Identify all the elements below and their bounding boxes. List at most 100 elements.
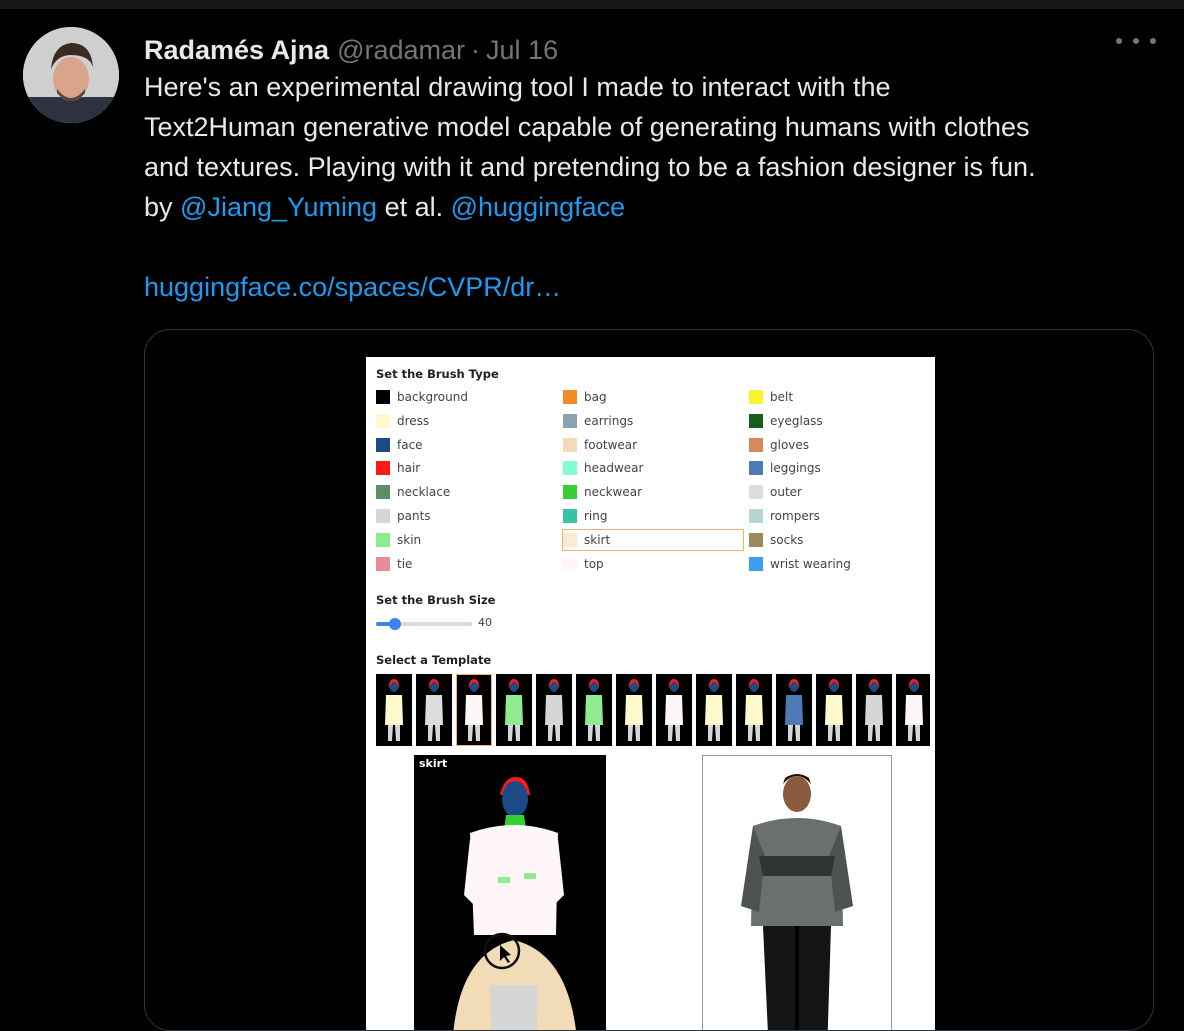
brush-type-title: Set the Brush Type bbox=[376, 367, 499, 381]
template-thumbnail[interactable] bbox=[776, 674, 812, 746]
brush-option-top[interactable]: top bbox=[563, 554, 604, 574]
top-bar bbox=[0, 0, 1184, 9]
brush-swatch bbox=[749, 509, 763, 523]
template-thumbnail[interactable] bbox=[856, 674, 892, 746]
brush-option-tie[interactable]: tie bbox=[376, 554, 412, 574]
brush-label: skirt bbox=[584, 532, 611, 547]
brush-option-gloves[interactable]: gloves bbox=[749, 435, 809, 455]
template-thumbnail[interactable] bbox=[896, 674, 930, 746]
brush-swatch bbox=[376, 556, 390, 571]
template-thumbnail[interactable] bbox=[456, 674, 492, 746]
tweet-line: by @Jiang_Yuming et al. @huggingface bbox=[144, 187, 1154, 227]
template-thumbnail[interactable] bbox=[616, 674, 652, 746]
template-thumbnail[interactable] bbox=[376, 674, 412, 746]
brush-option-bag[interactable]: bag bbox=[563, 387, 607, 407]
media-card[interactable]: Set the Brush Type background bag belt dres… bbox=[144, 329, 1154, 1031]
tweet-line: and textures. Playing with it and preten… bbox=[144, 152, 1036, 182]
brush-option-belt[interactable]: belt bbox=[749, 387, 793, 407]
brush-label: bag bbox=[584, 390, 607, 404]
template-thumbnail[interactable] bbox=[656, 674, 692, 746]
brush-swatch bbox=[376, 437, 390, 452]
brush-label: outer bbox=[770, 485, 802, 500]
brush-size-title: Set the Brush Size bbox=[376, 593, 496, 607]
brush-swatch bbox=[563, 437, 577, 452]
brush-option-skin[interactable]: skin bbox=[376, 530, 421, 550]
brush-option-outer[interactable]: outer bbox=[749, 482, 802, 502]
brush-label: skin bbox=[397, 532, 422, 547]
brush-swatch bbox=[749, 485, 763, 500]
brush-swatch bbox=[563, 413, 577, 428]
mention-jiang-yuming[interactable]: @Jiang_Yuming bbox=[180, 192, 377, 222]
mention-huggingface[interactable]: @huggingface bbox=[451, 192, 626, 222]
brush-option-wrist-wearing[interactable]: wrist wearing bbox=[749, 554, 851, 574]
tweet-text: Here's an experimental drawing tool I ma… bbox=[144, 67, 1154, 307]
brush-option-ring[interactable]: ring bbox=[563, 506, 608, 526]
brush-swatch bbox=[749, 437, 763, 452]
brush-label: tie bbox=[397, 556, 413, 571]
segmentation-figure bbox=[453, 777, 576, 1030]
brush-label: necklace bbox=[397, 485, 451, 500]
tweet-line: Text2Human generative model capable of g… bbox=[144, 112, 1030, 142]
brush-label: neckwear bbox=[584, 485, 643, 500]
brush-label: earrings bbox=[584, 413, 634, 428]
brush-size-slider[interactable] bbox=[376, 618, 472, 630]
brush-option-earrings[interactable]: earrings bbox=[563, 411, 633, 431]
brush-option-socks[interactable]: socks bbox=[749, 530, 803, 550]
brush-label: face bbox=[397, 437, 423, 452]
display-name[interactable]: Radamés Ajna bbox=[144, 35, 329, 66]
brush-option-footwear[interactable]: footwear bbox=[563, 435, 637, 455]
slider-thumb[interactable] bbox=[389, 618, 402, 630]
template-thumbnail[interactable] bbox=[696, 674, 732, 746]
brush-option-dress[interactable]: dress bbox=[376, 411, 429, 431]
brush-option-face[interactable]: face bbox=[376, 435, 423, 455]
brush-option-neckwear[interactable]: neckwear bbox=[563, 482, 642, 502]
canvas-brush-label: skirt bbox=[419, 757, 448, 770]
brush-option-hair[interactable]: hair bbox=[376, 458, 420, 478]
drawing-canvas[interactable]: skirt bbox=[414, 755, 606, 1030]
template-thumbnail[interactable] bbox=[816, 674, 852, 746]
tweet[interactable]: Radamés Ajna @radamar · Jul 16 Here's an… bbox=[0, 9, 1184, 1031]
avatar-photo bbox=[23, 27, 119, 123]
brush-swatch bbox=[563, 509, 577, 523]
brush-option-background[interactable]: background bbox=[376, 387, 468, 407]
brush-swatch bbox=[376, 461, 390, 476]
brush-label: gloves bbox=[770, 437, 810, 452]
user-handle[interactable]: @radamar bbox=[337, 35, 465, 66]
brush-label: socks bbox=[770, 532, 804, 547]
avatar[interactable] bbox=[23, 27, 119, 123]
brush-swatch bbox=[563, 556, 577, 571]
tweet-date[interactable]: Jul 16 bbox=[486, 35, 558, 66]
by-prefix: by bbox=[144, 192, 181, 222]
brush-option-necklace[interactable]: necklace bbox=[376, 482, 450, 502]
brush-label: headwear bbox=[584, 461, 644, 476]
tweet-header: Radamés Ajna @radamar · Jul 16 bbox=[144, 35, 558, 69]
brush-label: background bbox=[397, 390, 468, 404]
brush-swatch bbox=[749, 556, 763, 571]
et-al-text: et al. bbox=[377, 192, 451, 222]
brush-swatch bbox=[749, 532, 763, 547]
template-thumbnail[interactable] bbox=[736, 674, 772, 746]
brush-option-eyeglass[interactable]: eyeglass bbox=[749, 411, 823, 431]
brush-option-pants[interactable]: pants bbox=[376, 506, 431, 526]
tweet-line: huggingface.co/spaces/CVPR/dr… bbox=[144, 267, 1154, 307]
more-options-icon[interactable] bbox=[1116, 29, 1156, 53]
template-thumbnail[interactable] bbox=[536, 674, 572, 746]
template-strip[interactable] bbox=[376, 674, 930, 746]
brush-option-headwear[interactable]: headwear bbox=[563, 458, 643, 478]
template-thumbnail[interactable] bbox=[416, 674, 452, 746]
brush-swatch bbox=[376, 485, 390, 500]
brush-option-leggings[interactable]: leggings bbox=[749, 458, 821, 478]
brush-label: top bbox=[584, 556, 604, 571]
brush-option-skirt[interactable]: skirt bbox=[562, 528, 744, 551]
template-thumbnail[interactable] bbox=[496, 674, 532, 746]
brush-label: eyeglass bbox=[770, 413, 823, 428]
external-link[interactable]: huggingface.co/spaces/CVPR/dr… bbox=[144, 272, 561, 302]
brush-option-rompers[interactable]: rompers bbox=[749, 506, 820, 526]
brush-swatch bbox=[563, 485, 577, 500]
template-thumbnail[interactable] bbox=[576, 674, 612, 746]
template-title: Select a Template bbox=[376, 653, 492, 667]
brush-label: hair bbox=[397, 461, 421, 476]
separator: · bbox=[471, 35, 481, 65]
brush-swatch bbox=[563, 461, 577, 476]
